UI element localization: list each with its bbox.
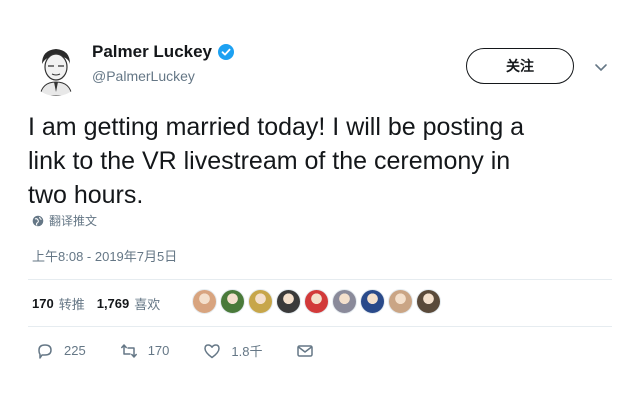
- divider: [28, 326, 612, 327]
- globe-icon: [32, 215, 44, 227]
- retweet-count: 170: [147, 343, 170, 358]
- reply-button[interactable]: 225: [36, 342, 86, 360]
- retweet-icon: [120, 343, 137, 358]
- liker-avatar[interactable]: [248, 289, 273, 314]
- tweet-text-line: link to the VR livestream of the ceremon…: [28, 147, 511, 175]
- timestamp[interactable]: 上午8:08 - 2019年7月5日: [32, 246, 177, 265]
- liker-avatar[interactable]: [192, 289, 217, 314]
- liker-avatar[interactable]: [220, 289, 245, 314]
- liker-avatar[interactable]: [332, 289, 357, 314]
- liker-avatar[interactable]: [388, 289, 413, 314]
- display-name[interactable]: Palmer Luckey: [92, 42, 212, 62]
- like-button[interactable]: 1.8千: [203, 341, 262, 360]
- retweets-count[interactable]: 170: [32, 296, 54, 311]
- liker-avatar[interactable]: [360, 289, 385, 314]
- action-bar: 225 170 1.8千: [36, 341, 348, 360]
- retweets-label[interactable]: 转推: [59, 294, 85, 313]
- verified-badge-icon: [218, 44, 235, 60]
- avatar[interactable]: [28, 40, 84, 96]
- liker-avatar[interactable]: [276, 289, 301, 314]
- reply-icon: [38, 343, 52, 359]
- heart-icon: [204, 343, 221, 358]
- follow-button[interactable]: 关注: [466, 48, 574, 84]
- chevron-down-icon[interactable]: [594, 60, 608, 74]
- divider: [28, 279, 612, 280]
- like-count: 1.8千: [231, 344, 263, 359]
- liker-avatar[interactable]: [416, 289, 441, 314]
- tweet-text-line: two hours.: [28, 181, 144, 209]
- likes-label[interactable]: 喜欢: [134, 294, 160, 313]
- liked-by-avatars: [192, 289, 441, 314]
- translate-label: 翻译推文: [49, 214, 98, 228]
- direct-message-button[interactable]: [296, 342, 314, 360]
- reply-count: 225: [64, 343, 86, 358]
- liker-avatar[interactable]: [304, 289, 329, 314]
- mail-icon: [297, 344, 314, 357]
- user-handle[interactable]: @PalmerLuckey: [92, 68, 234, 84]
- tweet-card: Palmer Luckey @PalmerLuckey 关注 I am gett…: [0, 0, 640, 403]
- tweet-text-line: I am getting married today! I will be po…: [28, 113, 525, 141]
- user-info: Palmer Luckey @PalmerLuckey: [92, 42, 235, 84]
- engagement-stats: 170 转推 1,769 喜欢: [32, 294, 172, 313]
- tweet-text: I am getting married today! I will be po…: [28, 110, 618, 212]
- likes-count[interactable]: 1,769: [97, 296, 130, 311]
- translate-tweet-link[interactable]: 翻译推文: [32, 212, 97, 229]
- retweet-button[interactable]: 170: [120, 342, 170, 360]
